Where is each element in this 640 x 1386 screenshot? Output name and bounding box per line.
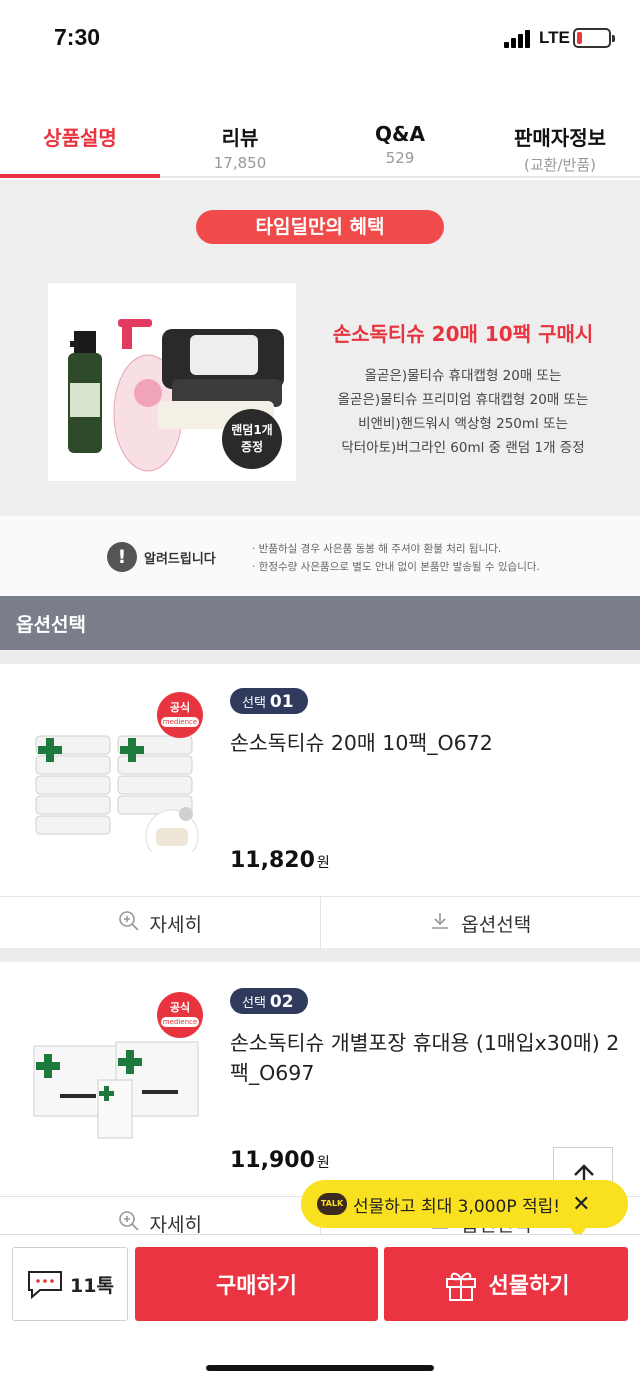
product-name[interactable]: 손소독티슈 개별포장 휴대용 (1매입x30매) 2팩_O697 xyxy=(230,1028,620,1088)
detail-label: 자세히 xyxy=(149,1214,202,1236)
option-pill-number: 01 xyxy=(269,692,294,712)
notice-lines: · 반품하실 경우 사은품 동봉 해 주셔야 환불 처리 됩니다. · 한정수량… xyxy=(252,540,540,576)
notice-line: · 반품하실 경우 사은품 동봉 해 주셔야 환불 처리 됩니다. xyxy=(252,543,502,555)
select-option-label: 옵션선택 xyxy=(461,914,532,936)
kakao-talk-icon: TALK xyxy=(317,1193,347,1215)
promo-image-badge-line2: 증정 xyxy=(241,439,263,454)
option-pill-text: 선택 xyxy=(242,696,266,711)
notice-section: ! 알려드립니다 · 반품하실 경우 사은품 동봉 해 주셔야 환불 처리 됩니… xyxy=(0,516,640,596)
product-tabs: 상품설명 리뷰 17,850 Q&A 529 판매자정보 (교환/반품) xyxy=(0,96,640,178)
tab-label: 판매자정보 xyxy=(514,126,606,150)
status-bar: 7:30 LTE xyxy=(0,0,640,96)
option-pill-number: 02 xyxy=(269,992,294,1012)
option-number-pill: 선택 01 xyxy=(230,688,308,714)
promo-desc-line: 올곧은)물티슈 프리미엄 휴대캡형 20매 또는 xyxy=(337,392,589,408)
detail-button[interactable]: 자세히 xyxy=(0,897,320,950)
gift-icon xyxy=(445,1272,476,1301)
tab-count: 17,850 xyxy=(213,154,267,172)
signal-icon xyxy=(504,30,534,48)
chat-label: 11톡 xyxy=(70,1274,114,1297)
notice-label: 알려드립니다 xyxy=(144,552,216,567)
promo-desc-line: 비앤비)핸드워시 액상형 250ml 또는 xyxy=(358,416,568,432)
tab-label: 리뷰 xyxy=(221,126,259,150)
chat-bubble-icon xyxy=(28,1271,63,1299)
tab-label: 상품설명 xyxy=(43,126,117,150)
status-time: 7:30 xyxy=(54,24,101,50)
home-indicator xyxy=(206,1365,434,1371)
badge-label: 공식 xyxy=(169,701,191,714)
tab-reviews[interactable]: 리뷰 17,850 xyxy=(160,96,320,176)
price-value: 11,820 xyxy=(230,848,315,873)
product-price: 11,820 원 xyxy=(230,848,330,873)
tab-description[interactable]: 상품설명 xyxy=(0,96,160,178)
badge-brand: medience xyxy=(161,717,199,727)
tab-count: 529 xyxy=(385,149,415,167)
tab-sub: (교환/반품) xyxy=(524,156,596,174)
download-icon xyxy=(429,910,451,937)
official-badge: 공식 medience xyxy=(157,692,203,738)
gift-points-tooltip[interactable]: TALK 선물하고 최대 3,000P 적립! ✕ xyxy=(301,1180,628,1238)
tooltip-text: 선물하고 최대 3,000P 적립! xyxy=(353,1196,561,1217)
promo-desc-line: 올곧은)물티슈 휴대캡형 20매 또는 xyxy=(364,368,562,384)
battery-icon xyxy=(573,28,615,48)
product-card-1: 공식 medience 선택 01 손소독티슈 20매 10팩_O672 11,8… xyxy=(0,664,640,950)
promo-desc-line: 닥터아토)버그라인 60ml 중 랜덤 1개 증정 xyxy=(341,440,585,456)
price-value: 11,900 xyxy=(230,1148,315,1173)
network-label: LTE xyxy=(539,28,570,47)
option-number-pill: 선택 02 xyxy=(230,988,308,1014)
chat-button[interactable]: 11톡 xyxy=(12,1247,128,1321)
promo-pill: 타임딜만의 혜택 xyxy=(196,210,444,244)
promo-banner: 타임딜만의 혜택 랜덤1개 증정 손소독티슈 20매 10팩 구매시 올곧은)물… xyxy=(0,180,640,516)
gift-button[interactable]: 선물하기 xyxy=(384,1247,628,1321)
tab-label: Q&A xyxy=(375,122,425,146)
close-icon[interactable]: ✕ xyxy=(572,1192,590,1217)
promo-product-image: 랜덤1개 증정 xyxy=(48,283,296,481)
promo-description: 올곧은)물티슈 휴대캡형 20매 또는 올곧은)물티슈 프리미엄 휴대캡형 20… xyxy=(318,364,608,460)
official-badge: 공식 medience xyxy=(157,992,203,1038)
card-actions: 자세히 옵션선택 xyxy=(0,896,640,950)
options-header: 옵션선택 xyxy=(0,596,640,650)
buy-button[interactable]: 구매하기 xyxy=(135,1247,378,1321)
gift-label: 선물하기 xyxy=(488,1274,570,1299)
detail-label: 자세히 xyxy=(149,914,202,936)
badge-label: 공식 xyxy=(169,1001,191,1014)
section-gap xyxy=(0,948,640,962)
exclamation-icon: ! xyxy=(107,542,137,572)
tab-seller-info[interactable]: 판매자정보 (교환/반품) xyxy=(480,96,640,176)
notice-line: · 한정수량 사은품으로 별도 안내 없이 본품만 발송될 수 있습니다. xyxy=(252,561,540,573)
section-gap xyxy=(0,650,640,664)
promo-image-badge-line1: 랜덤1개 xyxy=(231,422,272,437)
price-unit: 원 xyxy=(316,855,330,871)
product-name[interactable]: 손소독티슈 20매 10팩_O672 xyxy=(230,728,620,758)
price-unit: 원 xyxy=(316,1155,330,1171)
bottom-action-bar: 11톡 구매하기 선물하기 xyxy=(0,1234,640,1386)
select-option-button[interactable]: 옵션선택 xyxy=(319,897,640,950)
badge-brand: medience xyxy=(161,1017,199,1027)
tab-qna[interactable]: Q&A 529 xyxy=(320,96,480,176)
product-price: 11,900 원 xyxy=(230,1148,330,1173)
promo-title: 손소독티슈 20매 10팩 구매시 xyxy=(332,322,594,346)
zoom-icon xyxy=(118,910,140,937)
option-pill-text: 선택 xyxy=(242,996,266,1011)
zoom-icon xyxy=(118,1210,140,1237)
